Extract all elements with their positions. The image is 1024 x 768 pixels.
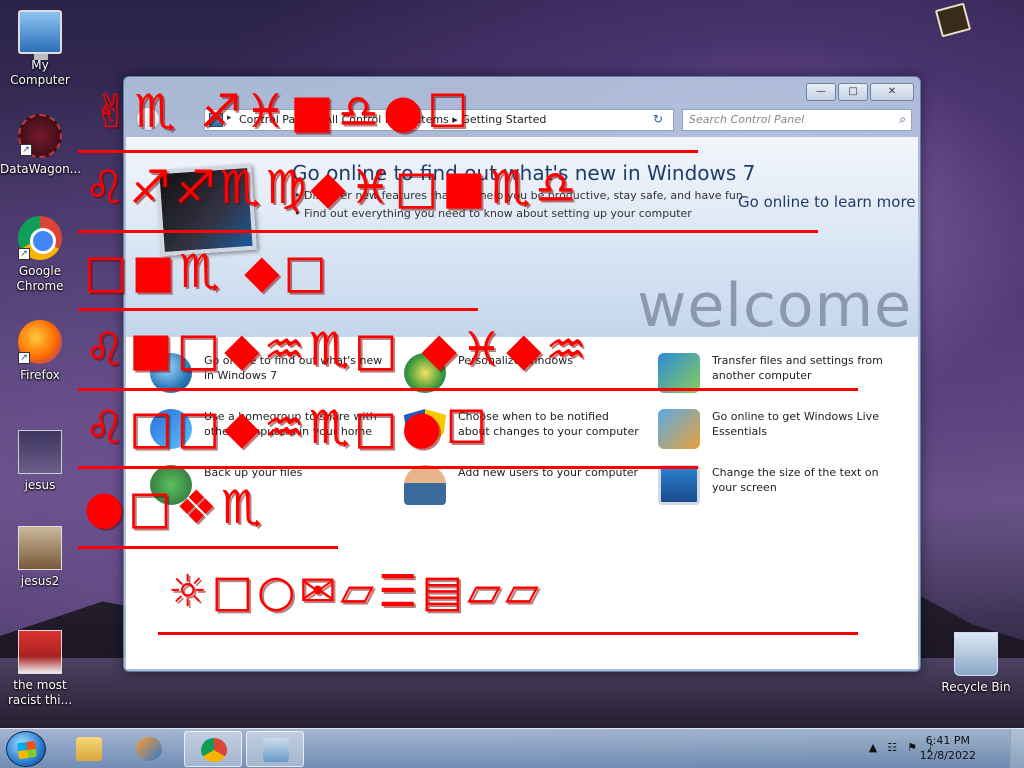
image-file-icon (18, 630, 62, 674)
task-list: Go online to find out what's new in Wind… (126, 337, 918, 669)
folder-icon (76, 737, 102, 761)
shortcut-arrow-icon: ↗ (20, 144, 32, 156)
firefox-icon: ↗ (18, 320, 62, 364)
task-whats-new[interactable]: Go online to find out what's new in Wind… (150, 353, 390, 393)
window-controls: — □ ✕ (806, 83, 914, 101)
task-personalize[interactable]: Personalize Windows (404, 353, 644, 393)
banner-title: Go online to find out what's new in Wind… (292, 161, 756, 185)
desktop-icon-label: jesus2 (20, 574, 60, 588)
task-backup[interactable]: Back up your files (150, 465, 390, 505)
task-label: Choose when to be notified about changes… (458, 410, 639, 438)
desktop-icon-label: Google Chrome (16, 264, 64, 293)
tray-show-hidden-icon[interactable]: ▲ (869, 741, 877, 754)
datawagon-icon: ↗ (18, 114, 62, 158)
show-desktop-button[interactable] (1010, 729, 1024, 768)
media-player-icon (136, 737, 162, 761)
homegroup-icon (150, 409, 192, 449)
breadcrumb-arrow-icon: ▸ (227, 113, 232, 123)
task-transfer-files[interactable]: Transfer files and settings from another… (658, 353, 898, 393)
task-live-essentials[interactable]: Go online to get Windows Live Essentials (658, 409, 898, 449)
task-label: Go online to get Windows Live Essentials (712, 410, 879, 438)
desktop-icon-chrome[interactable]: ↗ Google Chrome (0, 216, 80, 294)
control-panel-icon (263, 738, 289, 762)
desktop-icon-racist[interactable]: the most racist thi... (0, 630, 80, 708)
clock-time: 6:41 PM (925, 734, 970, 747)
desktop-icon-jesus2[interactable]: jesus2 (0, 526, 80, 589)
chrome-icon (201, 738, 227, 762)
task-homegroup[interactable]: Use a homegroup to share with other comp… (150, 409, 390, 449)
desktop-icon-label: My Computer (10, 58, 70, 87)
task-text-size[interactable]: Change the size of the text on your scre… (658, 465, 898, 505)
recycle-bin-icon (954, 632, 998, 676)
backup-icon (150, 465, 192, 505)
taskbar-explorer-button[interactable] (60, 731, 118, 767)
windows-thumbnail-image (155, 163, 257, 257)
task-label: Personalize Windows (458, 354, 573, 367)
banner-bullet: • Find out everything you need to know a… (294, 207, 692, 220)
book-icon[interactable] (934, 2, 972, 38)
screen-icon (658, 465, 700, 505)
refresh-button[interactable]: ↻ (646, 109, 670, 131)
paint-icon (404, 353, 446, 393)
task-uac[interactable]: Choose when to be notified about changes… (404, 409, 644, 449)
clock-date: 12/8/2022 (919, 749, 976, 762)
back-button[interactable] (136, 107, 160, 131)
clock[interactable]: 6:41 PM 12/8/2022 (920, 733, 976, 763)
computer-icon (18, 10, 62, 60)
taskbar-chrome-button[interactable] (184, 731, 242, 767)
transfer-icon (658, 353, 700, 393)
start-button[interactable] (6, 731, 46, 767)
task-add-users[interactable]: Add new users to your computer (404, 465, 644, 505)
task-label: Change the size of the text on your scre… (712, 466, 879, 494)
desktop-icon-label: the most racist thi... (7, 678, 73, 707)
chrome-icon: ↗ (18, 216, 62, 260)
taskbar-control-panel-button[interactable] (246, 731, 304, 767)
task-label: Go online to find out what's new in Wind… (204, 354, 383, 382)
desktop-icon-jesus[interactable]: jesus (0, 430, 80, 493)
control-panel-window: — □ ✕ ▸ Control Panel ▸ All Control Pane… (123, 76, 921, 672)
desktop-icon-recycle-bin[interactable]: Recycle Bin (936, 632, 1016, 695)
desktop-icon-label: jesus (24, 478, 56, 492)
breadcrumb: Control Panel ▸ All Control Panel Items … (239, 113, 547, 126)
desktop-icon-my-computer[interactable]: My Computer (0, 10, 80, 88)
globe-icon (150, 353, 192, 393)
task-label: Back up your files (204, 466, 303, 479)
maximize-button[interactable]: □ (838, 83, 868, 101)
shortcut-arrow-icon: ↗ (18, 352, 30, 364)
shortcut-arrow-icon: ↗ (18, 248, 30, 260)
search-placeholder: Search Control Panel (689, 113, 805, 126)
banner-bullets: • Discover new features that can help yo… (294, 187, 743, 223)
search-input[interactable]: Search Control Panel ⌕ (682, 109, 912, 131)
minimize-button[interactable]: — (806, 83, 836, 101)
taskbar: ▲ ☷ ⚑ ♪ 6:41 PM 12/8/2022 (0, 728, 1024, 768)
search-icon[interactable]: ⌕ (899, 112, 906, 127)
task-label: Transfer files and settings from another… (712, 354, 883, 382)
getting-started-content: Go online to find out what's new in Wind… (126, 137, 918, 669)
taskbar-media-player-button[interactable] (120, 731, 178, 767)
learn-more-link[interactable]: Go online to learn more (738, 193, 916, 211)
control-panel-icon (209, 113, 223, 127)
desktop-icon-label: Recycle Bin (941, 680, 1011, 694)
desktop-icon-datawagon[interactable]: ↗ DataWagon... (0, 114, 82, 177)
desktop-icon-label: DataWagon... (0, 162, 82, 176)
desktop-icon-label: Firefox (20, 368, 60, 382)
welcome-watermark: welcome (637, 271, 912, 341)
shield-icon (404, 409, 446, 449)
image-file-icon (18, 526, 62, 570)
desktop-icon-firefox[interactable]: ↗ Firefox (0, 320, 80, 383)
close-button[interactable]: ✕ (870, 83, 914, 101)
live-icon (658, 409, 700, 449)
navigation-bar: ▸ Control Panel ▸ All Control Panel Item… (132, 107, 914, 133)
network-icon[interactable]: ☷ (887, 741, 897, 754)
banner-bullet: • Discover new features that can help yo… (294, 189, 743, 202)
image-file-icon (18, 430, 62, 474)
task-label: Add new users to your computer (458, 466, 639, 479)
welcome-banner: Go online to find out what's new in Wind… (126, 137, 918, 341)
address-bar[interactable]: ▸ Control Panel ▸ All Control Panel Item… (204, 109, 674, 131)
users-icon (404, 465, 446, 505)
action-center-icon[interactable]: ⚑ (907, 741, 917, 754)
task-label: Use a homegroup to share with other comp… (204, 410, 377, 438)
